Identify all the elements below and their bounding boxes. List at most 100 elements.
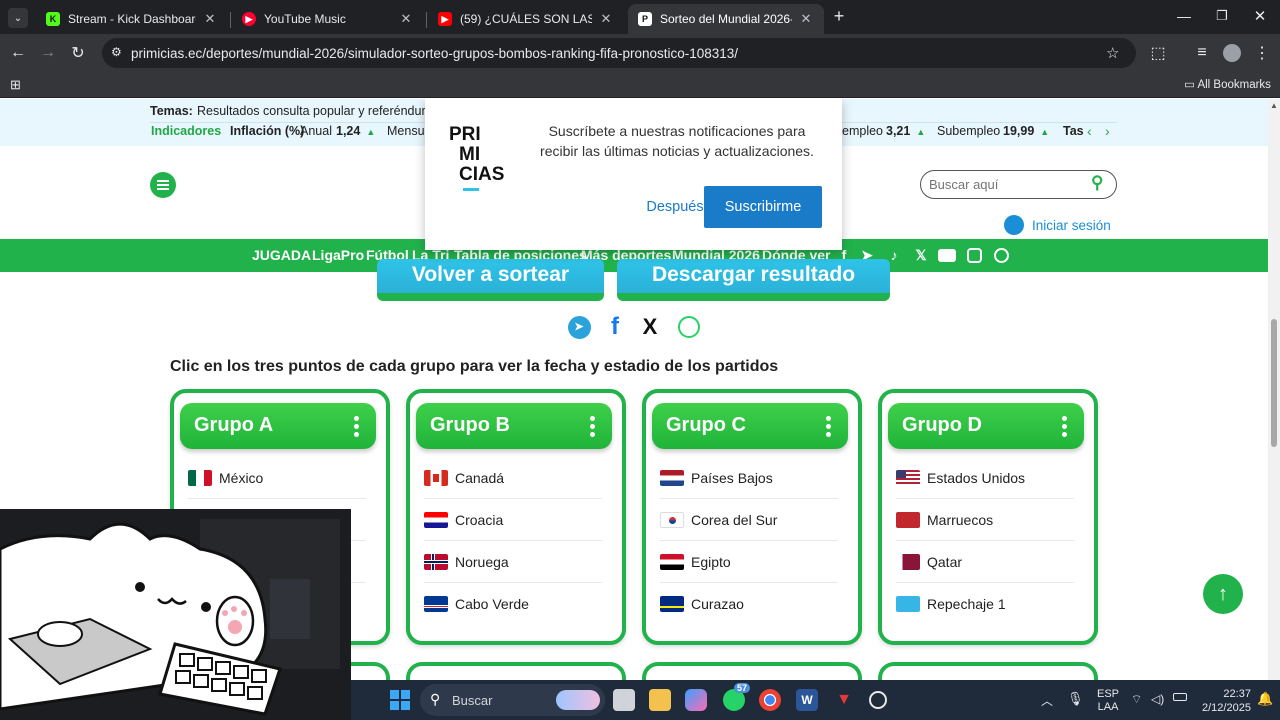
new-tab-button[interactable]: + (830, 6, 848, 28)
instagram-icon[interactable] (965, 246, 983, 264)
nav-ligapro[interactable]: LigaPro (312, 247, 364, 263)
share-facebook-icon[interactable]: f (603, 313, 627, 340)
close-icon[interactable]: ✕ (598, 11, 614, 27)
share-x-icon[interactable]: X (638, 314, 662, 339)
profile-avatar-icon[interactable] (1220, 41, 1244, 65)
ticker-prev-icon[interactable]: ‹ (1087, 123, 1092, 139)
all-bookmarks-button[interactable]: ▭ All Bookmarks (1184, 77, 1271, 91)
team-name: Noruega (455, 553, 509, 570)
reload-icon[interactable]: ↻ (66, 41, 90, 65)
obs-icon[interactable] (869, 691, 887, 709)
whatsapp-icon[interactable] (992, 246, 1010, 264)
apps-grid-icon[interactable]: ⊞ (10, 77, 21, 93)
desempleo-label: empleo (842, 124, 883, 138)
share-telegram-icon[interactable]: ➤ (567, 315, 591, 339)
tab-search-button[interactable]: ⌄ (8, 8, 28, 28)
copilot-icon[interactable] (685, 689, 707, 711)
morocco-flag-icon (896, 511, 920, 528)
browser-toolbar: ← → ↻ ⚙ primicias.ec/deportes/mundial-20… (0, 34, 1280, 72)
redraw-button[interactable]: Volver a sortear (377, 259, 604, 301)
extensions-icon[interactable]: ⬚ (1146, 41, 1170, 65)
login-link[interactable]: Iniciar sesión (1004, 215, 1111, 235)
file-explorer-icon[interactable] (649, 689, 671, 711)
clock[interactable]: 22:37 2/12/2025 (1202, 687, 1251, 715)
wifi-icon[interactable]: ⌔ (1131, 692, 1142, 707)
team-name: Croacia (455, 511, 504, 528)
bookmarks-bar: ⊞ ▭ All Bookmarks (0, 72, 1280, 98)
minimize-button[interactable]: — (1174, 8, 1194, 24)
hamburger-icon (157, 180, 169, 182)
indicadores-label: Indicadores (151, 124, 222, 138)
search-icon: ⚲ (430, 691, 441, 707)
primicias-icon: P (638, 12, 652, 26)
windows-start-icon[interactable] (389, 689, 411, 711)
microphone-icon[interactable]: 🎙 (1067, 691, 1084, 707)
tab-sorteo-mundial[interactable]: P Sorteo del Mundial 2026- Juega ✕ (628, 4, 824, 34)
temas-link[interactable]: Resultados consulta popular y referéndum (197, 104, 432, 118)
more-options-icon[interactable] (354, 416, 360, 440)
download-label: Descargar resultado (651, 263, 856, 286)
youtube-icon[interactable] (938, 246, 956, 264)
chrome-taskbar-icon[interactable] (759, 689, 781, 711)
scroll-to-top-button[interactable]: ↑ (1203, 574, 1243, 614)
scroll-thumb[interactable] (1271, 319, 1277, 447)
taskbar-search[interactable]: ⚲ Buscar (420, 684, 605, 716)
game-app-icon[interactable]: ▼ (833, 689, 855, 711)
more-options-icon[interactable] (826, 416, 832, 440)
search-input[interactable] (929, 177, 1089, 192)
url-text: primicias.ec/deportes/mundial-2026/simul… (131, 46, 739, 61)
group-header: Grupo C (652, 403, 848, 449)
tab-youtube-video[interactable]: ▶ (59) ¿CUÁLES SON LAS 42 SEL ✕ (428, 4, 624, 34)
subscribe-button[interactable]: Suscribirme (704, 186, 822, 228)
download-result-button[interactable]: Descargar resultado (617, 259, 890, 301)
ticker-next-icon[interactable]: › (1105, 123, 1110, 139)
primicias-logo: PRI MI CIAS (449, 125, 504, 191)
page-scrollbar[interactable]: ▲ ▼ (1268, 99, 1280, 720)
language-indicator[interactable]: ESP LAA (1097, 688, 1119, 714)
bookmark-star-icon[interactable]: ☆ (1106, 44, 1119, 62)
qatar-flag-icon (896, 553, 920, 570)
share-whatsapp-icon[interactable] (677, 315, 701, 339)
tasa-label: Tas (1063, 124, 1084, 138)
chrome-menu-icon[interactable]: ⋮ (1250, 41, 1274, 65)
tab-kick[interactable]: K Stream - Kick Dashboard ✕ (36, 4, 228, 34)
nav-jugada[interactable]: JUGADA (252, 247, 311, 263)
search-box: ⚲ (920, 170, 1117, 199)
scroll-up-icon[interactable]: ▲ (1270, 101, 1278, 110)
korea-flag-icon (660, 511, 684, 528)
notifications-icon[interactable]: 🔔 (1257, 691, 1273, 707)
close-window-button[interactable]: ✕ (1250, 7, 1270, 25)
tab-youtube-music[interactable]: ▶ YouTube Music ✕ (232, 4, 424, 34)
x-icon[interactable]: 𝕏 (912, 246, 930, 264)
close-icon[interactable]: ✕ (398, 11, 414, 27)
restore-button[interactable]: ❐ (1212, 8, 1232, 24)
more-options-icon[interactable] (590, 416, 596, 440)
media-control-icon[interactable]: ≡ (1190, 41, 1214, 65)
search-icon[interactable]: ⚲ (1091, 173, 1103, 193)
subempleo-label: Subempleo (937, 124, 1001, 138)
forward-icon[interactable]: → (36, 41, 60, 65)
temas-label: Temas: (150, 104, 193, 118)
cabo-verde-flag-icon (424, 596, 448, 612)
more-options-icon[interactable] (1062, 416, 1068, 440)
close-icon[interactable]: ✕ (798, 11, 814, 27)
bongo-cat-image (0, 509, 351, 720)
back-icon[interactable]: ← (6, 41, 30, 65)
folder-icon: ▭ (1184, 79, 1195, 91)
word-icon[interactable]: W (796, 689, 818, 711)
tray-overflow-icon[interactable]: ︿ (1041, 692, 1053, 709)
whatsapp-taskbar-icon[interactable]: 57 (723, 683, 751, 711)
group-card-c: Grupo C Países Bajos Corea del Sur Egipt… (642, 389, 862, 645)
site-info-icon[interactable]: ⚙ (111, 45, 122, 59)
inflacion-label: Inflación (%) (230, 124, 305, 138)
menu-button[interactable] (150, 172, 176, 198)
up-arrow-icon: ▲ (916, 127, 926, 137)
battery-icon[interactable] (1173, 693, 1187, 701)
group-title: Grupo A (194, 414, 274, 436)
address-bar[interactable]: ⚙ primicias.ec/deportes/mundial-2026/sim… (102, 38, 1136, 68)
task-view-icon[interactable] (613, 689, 635, 711)
up-arrow-icon: ▲ (366, 127, 376, 137)
close-icon[interactable]: ✕ (202, 11, 218, 27)
volume-icon[interactable]: ◁) (1151, 692, 1164, 706)
login-label: Iniciar sesión (1032, 217, 1111, 233)
